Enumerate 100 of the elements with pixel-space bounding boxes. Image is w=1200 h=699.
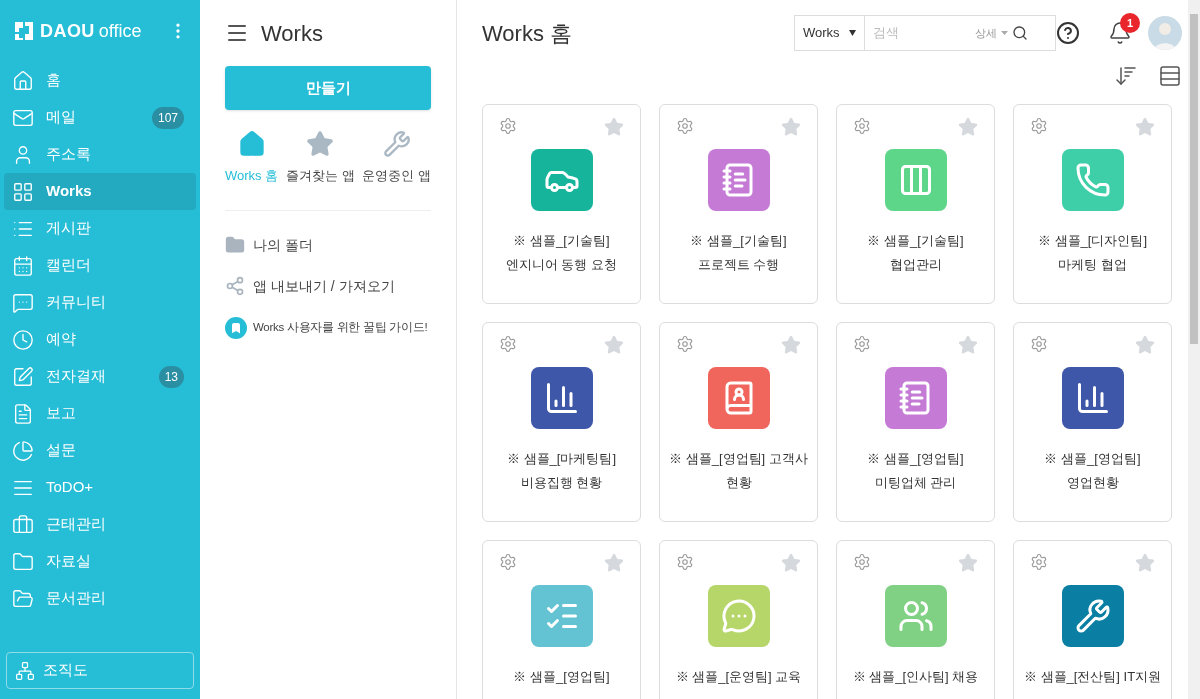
star-icon[interactable] [781, 117, 801, 137]
app-card[interactable]: ※ 샘플_[영업팀] 미팅업체 관리 [836, 322, 995, 522]
guide-link[interactable]: Works 사용자를 위한 꿀팁 가이드! [225, 316, 431, 339]
notification-badge: 1 [1120, 13, 1140, 33]
phone-icon [1074, 162, 1111, 198]
app-subtitle: 미팅업체 관리 [874, 473, 957, 492]
avatar[interactable] [1148, 16, 1182, 50]
app-subtitle: 마케팅 협업 [1058, 255, 1127, 274]
settings-icon[interactable] [853, 117, 871, 135]
grid-icon [12, 180, 34, 203]
nav-item[interactable]: 메일 107 [4, 99, 196, 136]
app-title: ※ 샘플_[마케팅팀] [506, 450, 617, 468]
nav-item[interactable]: 커뮤니티 [4, 284, 196, 321]
home-icon [237, 130, 266, 158]
app-title: ※ 샘플_[영업팀] [513, 668, 610, 686]
bell-icon[interactable] [1108, 21, 1132, 45]
settings-icon[interactable] [499, 553, 517, 571]
panel-title: Works [261, 19, 323, 48]
logo-icon [12, 19, 36, 43]
clock-icon [12, 328, 34, 351]
shortcut-tab[interactable]: Works 홈 [225, 130, 279, 186]
star-icon[interactable] [1135, 335, 1155, 355]
settings-icon[interactable] [676, 117, 694, 135]
share-icon [225, 276, 245, 296]
pie-chart-icon [12, 439, 34, 462]
shortcut-tab[interactable]: 즐겨찾는 앱 [286, 130, 355, 186]
org-chart-icon [15, 660, 35, 681]
nav-item[interactable]: 예약 [4, 321, 196, 358]
create-button[interactable]: 만들기 [225, 66, 431, 110]
nav-item[interactable]: 주소록 [4, 136, 196, 173]
star-icon[interactable] [604, 117, 624, 137]
nav-item[interactable]: 홈 [4, 62, 196, 99]
app-card[interactable]: ※ 샘플_[기술팀] 프로젝트 수행 [659, 104, 818, 304]
star-icon[interactable] [958, 553, 978, 573]
settings-icon[interactable] [676, 335, 694, 353]
sort-icon[interactable] [1114, 64, 1138, 88]
app-title: ※ 샘플_[영업팀] [867, 450, 964, 468]
nav-item[interactable]: 게시판 [4, 210, 196, 247]
chat-bubble-icon [720, 598, 757, 634]
bookmark-icon [225, 316, 247, 339]
app-subtitle: 엔지니어 동행 요청 [505, 255, 618, 274]
settings-icon[interactable] [1030, 117, 1048, 135]
star-icon[interactable] [604, 553, 624, 573]
app-card[interactable]: ※ 샘플_[전산팀] IT지원 [1013, 540, 1172, 699]
settings-icon[interactable] [499, 117, 517, 135]
nav-item[interactable]: ToDO+ [4, 469, 196, 506]
star-icon[interactable] [604, 335, 624, 355]
app-card[interactable]: ※ 샘플_[영업팀] 고객사 현황 [659, 322, 818, 522]
panel-link[interactable]: 앱 내보내기 / 가져오기 [225, 275, 431, 297]
search-icon[interactable] [1012, 25, 1028, 41]
briefcase-icon [12, 513, 34, 536]
nav-item[interactable]: Works [4, 173, 196, 210]
list-view-icon[interactable] [1158, 64, 1182, 88]
search-field[interactable]: 검색 [865, 23, 975, 43]
nav-item[interactable]: 문서관리 [4, 580, 196, 617]
help-icon[interactable] [1056, 21, 1080, 45]
folder-icon [12, 550, 34, 573]
app-title: ※ 샘플_[운영팀] 교육 [675, 668, 802, 686]
star-icon[interactable] [781, 335, 801, 355]
calendar-icon [12, 254, 34, 277]
app-card[interactable]: ※ 샘플_[운영팀] 교육 [659, 540, 818, 699]
star-icon[interactable] [1135, 553, 1155, 573]
settings-icon[interactable] [1030, 335, 1048, 353]
home-icon [12, 69, 34, 92]
edit-icon [12, 365, 34, 388]
app-card[interactable]: ※ 샘플_[디자인팀] 마케팅 협업 [1013, 104, 1172, 304]
detail-dropdown[interactable]: 상세 [975, 24, 997, 42]
settings-icon[interactable] [676, 553, 694, 571]
nav-item[interactable]: 보고 [4, 395, 196, 432]
scrollbar[interactable] [1188, 0, 1200, 699]
settings-icon[interactable] [1030, 553, 1048, 571]
settings-icon[interactable] [499, 335, 517, 353]
settings-icon[interactable] [853, 553, 871, 571]
folder-icon [225, 235, 245, 255]
chat-icon [12, 291, 34, 314]
scope-dropdown[interactable]: Works [795, 16, 865, 50]
app-subtitle: 프로젝트 수행 [697, 255, 780, 274]
nav-item[interactable]: 자료실 [4, 543, 196, 580]
app-title: ※ 샘플_[영업팀] 고객사 [669, 450, 808, 468]
star-icon[interactable] [781, 553, 801, 573]
logo-text: office [98, 19, 142, 43]
app-card[interactable]: ※ 샘플_[기술팀] 엔지니어 동행 요청 [482, 104, 641, 304]
panel-link[interactable]: 나의 폴더 [225, 234, 431, 256]
nav-item[interactable]: 설문 [4, 432, 196, 469]
app-card[interactable]: ※ 샘플_[인사팀] 채용 [836, 540, 995, 699]
nav-item[interactable]: 전자결재 13 [4, 358, 196, 395]
app-card[interactable]: ※ 샘플_[영업팀] [482, 540, 641, 699]
app-card[interactable]: ※ 샘플_[영업팀] 영업현황 [1013, 322, 1172, 522]
star-icon [306, 130, 335, 158]
caret-icon [1001, 31, 1008, 35]
app-card[interactable]: ※ 샘플_[기술팀] 협업관리 [836, 104, 995, 304]
star-icon[interactable] [958, 335, 978, 355]
shortcut-tab[interactable]: 운영중인 앱 [362, 130, 431, 186]
org-chart-button[interactable]: 조직도 [6, 652, 194, 689]
star-icon[interactable] [958, 117, 978, 137]
settings-icon[interactable] [853, 335, 871, 353]
app-card[interactable]: ※ 샘플_[마케팅팀] 비용집행 현황 [482, 322, 641, 522]
nav-item[interactable]: 근태관리 [4, 506, 196, 543]
star-icon[interactable] [1135, 117, 1155, 137]
nav-item[interactable]: 캘린더 [4, 247, 196, 284]
